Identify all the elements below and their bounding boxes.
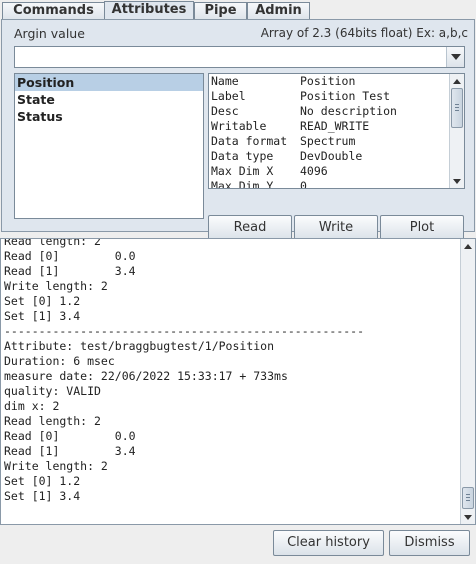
output-line: Set [1] 3.4: [4, 489, 81, 503]
tab-commands[interactable]: Commands: [2, 2, 105, 20]
property-key: Writable: [211, 119, 267, 133]
property-value: Position Test: [300, 89, 391, 103]
clear-history-button[interactable]: Clear history: [273, 530, 384, 556]
attribute-list-item-status[interactable]: Status: [15, 108, 203, 125]
arrow-down-icon: [464, 514, 472, 520]
tab-pipe[interactable]: Pipe: [194, 2, 247, 20]
plot-button[interactable]: Plot: [380, 215, 464, 240]
property-key: Data format: [211, 134, 288, 148]
scrollbar-thumb[interactable]: [462, 487, 474, 509]
combobox-dropdown-button[interactable]: [446, 47, 464, 67]
property-value: DevDouble: [300, 149, 363, 163]
tab-attributes[interactable]: Attributes: [104, 1, 194, 21]
property-row: Max Dim Y 0: [209, 179, 450, 188]
output-line: Write length: 2: [4, 279, 108, 293]
output-line: Duration: 6 msec: [4, 354, 115, 368]
property-key: Max Dim Y: [211, 179, 274, 188]
properties-scrollbar[interactable]: [449, 74, 464, 188]
output-line: dim x: 2: [4, 399, 60, 413]
property-value: 0: [300, 179, 307, 188]
scrollbar-thumb[interactable]: [451, 88, 463, 128]
chevron-down-icon: [450, 54, 461, 60]
property-row: Desc No description: [209, 104, 450, 119]
dismiss-button[interactable]: Dismiss: [389, 530, 470, 556]
scroll-up-button[interactable]: [461, 239, 475, 253]
property-row: Label Position Test: [209, 89, 450, 104]
read-button[interactable]: Read: [208, 215, 292, 240]
property-row: Data format Spectrum: [209, 134, 450, 149]
property-key: Data type: [211, 149, 274, 163]
output-line: Read length: 2: [4, 239, 101, 248]
property-row: Writable READ_WRITE: [209, 119, 450, 134]
property-row: Name Position: [209, 74, 450, 89]
output-history-panel: Read length: 2 Read [0] 0.0 Read [1] 3.4 Wr…: [0, 238, 476, 525]
output-line: Write length: 2: [4, 459, 108, 473]
argin-type-hint: Array of 2.3 (64bits float) Ex: a,b,c: [260, 26, 468, 40]
output-line: Read [1] 3.4: [4, 264, 136, 278]
attribute-properties-panel: Name Position Label Position Test Desc No d…: [208, 73, 465, 189]
output-lines: Read length: 2 Read [0] 0.0 Read [1] 3.4 Wr…: [4, 239, 364, 519]
output-line: quality: VALID: [4, 384, 101, 398]
output-line: Read [0] 0.0: [4, 429, 136, 443]
attribute-list-item-state[interactable]: State: [15, 91, 203, 108]
output-line: Set [1] 3.4: [4, 309, 81, 323]
property-value: No description: [300, 104, 397, 118]
output-line: Read length: 2: [4, 414, 101, 428]
write-button[interactable]: Write: [294, 215, 378, 240]
arrow-down-icon: [453, 178, 461, 184]
grip-icon: [466, 494, 470, 503]
arrow-up-icon: [453, 78, 461, 84]
property-key: Desc: [211, 104, 239, 118]
attribute-list: Position State Status: [14, 73, 204, 219]
grip-icon: [455, 104, 459, 113]
property-key: Name: [211, 74, 239, 88]
scroll-down-button[interactable]: [450, 174, 464, 188]
output-line: Set [0] 1.2: [4, 294, 81, 308]
output-line: Attribute: test/braggbugtest/1/Position: [4, 339, 275, 353]
property-value: 4096: [300, 164, 328, 178]
property-value: Position: [300, 74, 356, 88]
attributes-panel: Argin value Array of 2.3 (64bits float) …: [1, 19, 475, 240]
output-line: measure date: 22/06/2022 15:33:17 + 733m…: [4, 369, 288, 383]
attribute-properties-list: Name Position Label Position Test Desc No d…: [209, 74, 450, 188]
property-value: Spectrum: [300, 134, 356, 148]
scroll-down-button[interactable]: [461, 510, 475, 524]
property-row: Data type DevDouble: [209, 149, 450, 164]
property-key: Max Dim X: [211, 164, 274, 178]
tab-bar: Commands Attributes Pipe Admin: [0, 0, 476, 21]
tab-admin[interactable]: Admin: [247, 2, 310, 20]
attribute-list-item-position[interactable]: Position: [15, 74, 203, 91]
property-row: Max Dim X 4096: [209, 164, 450, 179]
property-value: READ_WRITE: [300, 119, 370, 133]
output-line: Read [1] 3.4: [4, 444, 136, 458]
output-line: Set [0] 1.2: [4, 474, 81, 488]
arrow-up-icon: [464, 243, 472, 249]
output-line: ----------------------------------------…: [4, 324, 365, 338]
output-history-text: Read length: 2 Read [0] 0.0 Read [1] 3.4 Wr…: [1, 239, 459, 524]
property-key: Label: [211, 89, 246, 103]
argin-value-combobox[interactable]: [14, 46, 465, 68]
argin-label: Argin value: [14, 26, 85, 41]
output-line: Read [0] 0.0: [4, 249, 136, 263]
output-scrollbar[interactable]: [460, 239, 475, 524]
scroll-up-button[interactable]: [450, 74, 464, 88]
